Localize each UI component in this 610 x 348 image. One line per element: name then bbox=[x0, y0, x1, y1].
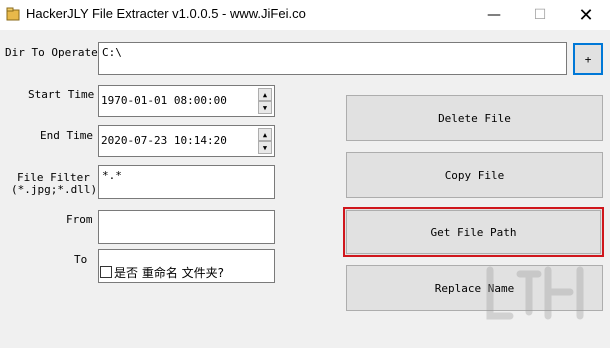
copy-file-button[interactable]: Copy File bbox=[346, 152, 603, 198]
end-time-label: End Time bbox=[40, 129, 93, 142]
get-file-path-label: Get File Path bbox=[430, 225, 517, 239]
end-time-down-icon[interactable]: ▼ bbox=[258, 141, 272, 154]
delete-file-button[interactable]: Delete File bbox=[346, 95, 603, 141]
end-time-value: 2020-07-23 10:14:20 bbox=[101, 134, 227, 147]
window-title: HackerJLY File Extracter v1.0.0.5 - www.… bbox=[26, 6, 306, 21]
file-filter-hint: (*.jpg;*.dll) bbox=[11, 183, 98, 196]
app-icon bbox=[6, 7, 20, 21]
rename-folder-checkbox[interactable] bbox=[100, 266, 112, 278]
start-time-picker[interactable]: 1970-01-01 08:00:00 ▲ ▼ bbox=[98, 85, 275, 117]
end-time-up-icon[interactable]: ▲ bbox=[258, 128, 272, 141]
file-filter-input[interactable]: *.* bbox=[98, 165, 275, 199]
start-time-label: Start Time bbox=[28, 88, 95, 101]
to-label: To bbox=[74, 253, 88, 266]
main-panel: Dir To Operate C:\ + Start Time 1970-01-… bbox=[0, 30, 610, 348]
dir-label: Dir To Operate bbox=[5, 46, 98, 59]
title-bar: HackerJLY File Extracter v1.0.0.5 - www.… bbox=[0, 0, 610, 30]
get-file-path-button[interactable]: Get File Path bbox=[343, 207, 604, 257]
dir-input[interactable]: C:\ bbox=[98, 42, 567, 75]
maximize-button[interactable]: ☐ bbox=[517, 0, 563, 30]
start-time-down-icon[interactable]: ▼ bbox=[258, 101, 272, 114]
browse-button[interactable]: + bbox=[573, 43, 603, 75]
start-time-up-icon[interactable]: ▲ bbox=[258, 88, 272, 101]
watermark-logo bbox=[486, 266, 584, 320]
from-label: From bbox=[66, 213, 93, 226]
rename-folder-label: 是否 重命名 文件夹? bbox=[114, 266, 224, 280]
start-time-value: 1970-01-01 08:00:00 bbox=[101, 94, 227, 107]
from-input[interactable] bbox=[98, 210, 275, 244]
minimize-button[interactable]: — bbox=[471, 0, 517, 30]
close-button[interactable]: ✕ bbox=[563, 0, 609, 30]
end-time-picker[interactable]: 2020-07-23 10:14:20 ▲ ▼ bbox=[98, 125, 275, 157]
